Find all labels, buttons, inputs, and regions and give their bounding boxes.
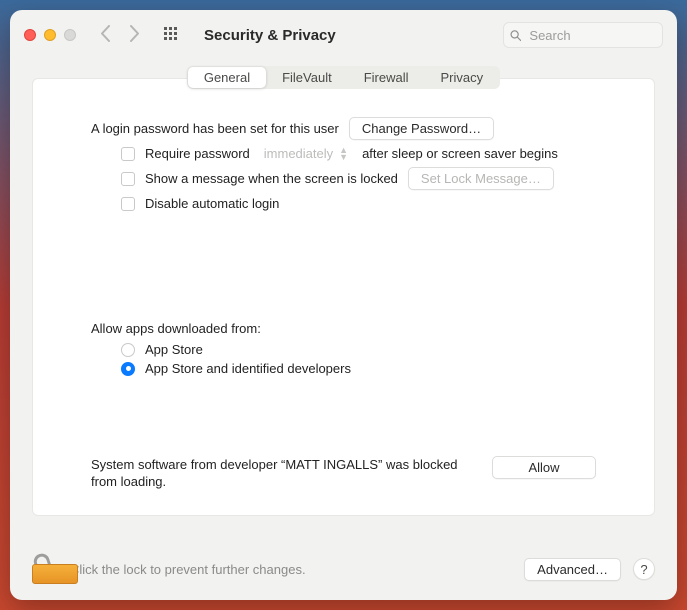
search-input[interactable] bbox=[527, 27, 656, 44]
login-password-text: A login password has been set for this u… bbox=[91, 121, 339, 136]
require-password-delay-value: immediately bbox=[264, 146, 333, 161]
allow-appstore-radio[interactable] bbox=[121, 343, 135, 357]
tab-privacy[interactable]: Privacy bbox=[425, 67, 500, 88]
advanced-button[interactable]: Advanced… bbox=[524, 558, 621, 581]
lock-icon[interactable] bbox=[32, 554, 58, 584]
allow-identified-label: App Store and identified developers bbox=[145, 361, 351, 376]
disable-auto-login-checkbox[interactable] bbox=[121, 197, 135, 211]
general-content: A login password has been set for this u… bbox=[33, 89, 654, 408]
nav-buttons bbox=[100, 25, 140, 46]
require-password-checkbox[interactable] bbox=[121, 147, 135, 161]
change-password-button[interactable]: Change Password… bbox=[349, 117, 494, 140]
maximize-window-button bbox=[64, 29, 76, 41]
lock-hint: Click the lock to prevent further change… bbox=[70, 562, 306, 577]
show-message-checkbox[interactable] bbox=[121, 172, 135, 186]
back-button[interactable] bbox=[100, 25, 111, 46]
require-password-delay-select: immediately ▲▼ bbox=[260, 146, 352, 161]
allow-identified-radio[interactable] bbox=[121, 362, 135, 376]
allow-apps-heading: Allow apps downloaded from: bbox=[91, 321, 261, 336]
allow-appstore-label: App Store bbox=[145, 342, 203, 357]
allow-button[interactable]: Allow bbox=[492, 456, 596, 479]
window-title: Security & Privacy bbox=[204, 27, 336, 44]
minimize-window-button[interactable] bbox=[44, 29, 56, 41]
titlebar: Security & Privacy bbox=[10, 10, 677, 60]
show-message-label: Show a message when the screen is locked bbox=[145, 171, 398, 186]
require-password-after-label: after sleep or screen saver begins bbox=[362, 146, 558, 161]
footer: Click the lock to prevent further change… bbox=[10, 544, 677, 600]
show-all-icon[interactable] bbox=[164, 27, 180, 43]
window-controls bbox=[24, 29, 76, 41]
set-lock-message-button: Set Lock Message… bbox=[408, 167, 554, 190]
tab-general[interactable]: General bbox=[188, 67, 266, 88]
preferences-window: Security & Privacy General FileVault Fir… bbox=[10, 10, 677, 600]
tab-filevault[interactable]: FileVault bbox=[266, 67, 348, 88]
help-button[interactable]: ? bbox=[633, 558, 655, 580]
blocked-software-message: System software from developer “MATT ING… bbox=[91, 456, 472, 491]
search-field[interactable] bbox=[503, 22, 663, 48]
require-password-label: Require password bbox=[145, 146, 250, 161]
forward-button[interactable] bbox=[129, 25, 140, 46]
disable-auto-login-label: Disable automatic login bbox=[145, 196, 279, 211]
settings-panel: General FileVault Firewall Privacy A log… bbox=[32, 78, 655, 516]
chevron-updown-icon: ▲▼ bbox=[339, 147, 348, 161]
tab-firewall[interactable]: Firewall bbox=[348, 67, 425, 88]
close-window-button[interactable] bbox=[24, 29, 36, 41]
search-icon bbox=[510, 29, 521, 42]
tab-bar: General FileVault Firewall Privacy bbox=[187, 66, 500, 89]
